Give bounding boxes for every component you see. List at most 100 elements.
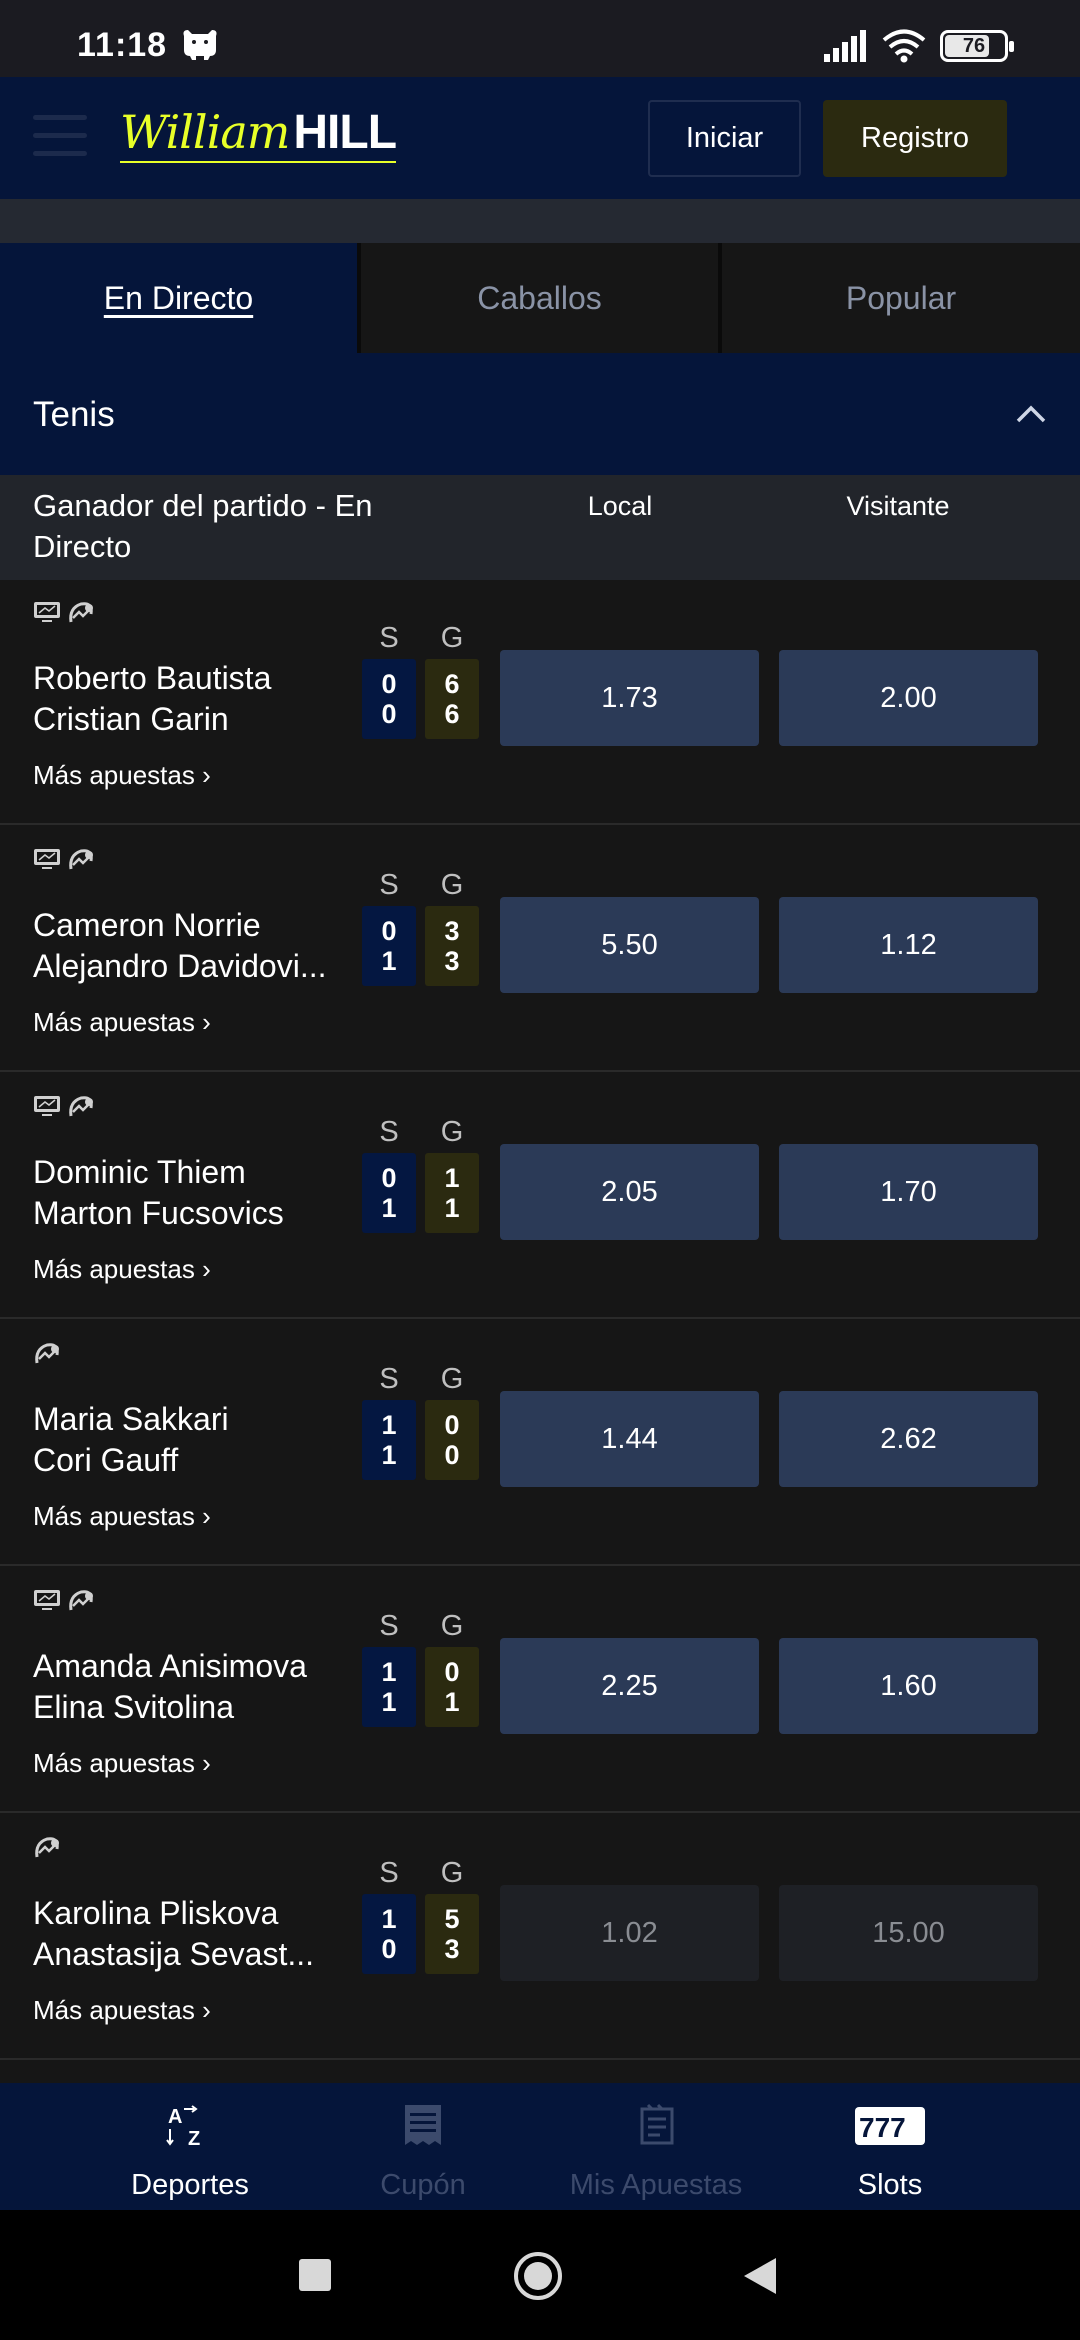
- more-bets-link[interactable]: Más apuestas ›: [33, 760, 211, 791]
- event-icons: [33, 1094, 95, 1122]
- chevron-right-icon: ›: [202, 1007, 211, 1037]
- stats-icon: [33, 1835, 61, 1863]
- home-player-name: Roberto Bautista: [33, 660, 272, 696]
- tv-icon: [33, 600, 61, 628]
- more-bets-link[interactable]: Más apuestas ›: [33, 1748, 211, 1779]
- nav-mis-apuestas[interactable]: Mis Apuestas: [541, 2083, 771, 2210]
- slots-777-icon: 777: [855, 2107, 925, 2145]
- odd-local-button[interactable]: 2.25: [500, 1638, 759, 1734]
- nav-cupon[interactable]: Cupón: [308, 2083, 538, 2210]
- home-icon[interactable]: [512, 2250, 564, 2302]
- odd-local-button[interactable]: 1.73: [500, 650, 759, 746]
- back-icon[interactable]: [742, 2256, 778, 2296]
- sets-header: S: [379, 622, 399, 654]
- home-games: 5: [444, 1904, 460, 1934]
- home-player-name: Karolina Pliskova: [33, 1895, 279, 1931]
- register-button[interactable]: Registro: [823, 100, 1007, 177]
- event-icons: [33, 1588, 95, 1616]
- event-participants[interactable]: Roberto Bautista Cristian Garin: [33, 658, 333, 740]
- nav-label-deportes: Deportes: [131, 2169, 249, 2201]
- away-sets: 0: [381, 699, 397, 729]
- market-title: Ganador del partido - En Directo: [33, 488, 373, 564]
- odd-local-button[interactable]: 1.44: [500, 1391, 759, 1487]
- event-participants[interactable]: Dominic Thiem Marton Fucsovics: [33, 1152, 333, 1234]
- stats-icon: [67, 1094, 95, 1122]
- odd-visitor-button[interactable]: 2.62: [779, 1391, 1038, 1487]
- event-participants[interactable]: Cameron Norrie Alejandro Davidovi...: [33, 905, 333, 987]
- event-icons: [33, 600, 95, 628]
- odd-visitor-button[interactable]: 1.60: [779, 1638, 1038, 1734]
- chevron-right-icon: ›: [202, 760, 211, 790]
- chevron-right-icon: ›: [202, 1254, 211, 1284]
- more-bets-label: Más apuestas: [33, 1995, 195, 2025]
- sets-header: S: [379, 1363, 399, 1395]
- recents-icon[interactable]: [298, 2258, 332, 2292]
- away-games: 0: [444, 1440, 460, 1470]
- william-hill-logo[interactable]: William HILL: [120, 105, 397, 167]
- signal-icon: [824, 30, 866, 62]
- away-sets: 1: [381, 1687, 397, 1717]
- away-games: 3: [444, 946, 460, 976]
- games-score: 6 6: [425, 659, 479, 739]
- az-icon: A Z: [166, 2105, 200, 2149]
- more-bets-link[interactable]: Más apuestas ›: [33, 1501, 211, 1532]
- odd-visitor-button[interactable]: 1.12: [779, 897, 1038, 993]
- section-title: Tenis: [33, 395, 115, 434]
- event-row[interactable]: Dominic Thiem Marton Fucsovics Más apues…: [0, 1074, 1080, 1319]
- stats-icon: [33, 1341, 61, 1369]
- home-sets: 1: [381, 1410, 397, 1440]
- event-row[interactable]: Karolina Pliskova Anastasija Sevast... M…: [0, 1815, 1080, 2060]
- login-button[interactable]: Iniciar: [648, 100, 801, 177]
- more-bets-link[interactable]: Más apuestas ›: [33, 1254, 211, 1285]
- bottom-navigation: A Z Deportes Cupón Mis Apuestas 777 Slot…: [0, 2083, 1080, 2210]
- tab-popular[interactable]: Popular: [722, 243, 1080, 353]
- odd-local-button[interactable]: 5.50: [500, 897, 759, 993]
- svg-text:777: 777: [859, 2112, 906, 2143]
- nav-deportes[interactable]: A Z Deportes: [75, 2083, 305, 2210]
- event-icons: [33, 847, 95, 875]
- status-time: 11:18: [77, 26, 168, 64]
- home-games: 0: [444, 1410, 460, 1440]
- nav-slots[interactable]: 777 Slots: [775, 2083, 1005, 2210]
- menu-icon[interactable]: [33, 115, 87, 157]
- event-participants[interactable]: Karolina Pliskova Anastasija Sevast...: [33, 1893, 333, 1975]
- sub-header-bar: [0, 199, 1080, 243]
- odd-visitor-button[interactable]: 1.70: [779, 1144, 1038, 1240]
- app-header: William HILL Iniciar Registro: [0, 77, 1080, 199]
- stats-icon: [67, 847, 95, 875]
- chevron-up-icon[interactable]: [1014, 397, 1048, 431]
- away-player-name: Cori Gauff: [33, 1442, 179, 1478]
- event-row[interactable]: Amanda Anisimova Elina Svitolina Más apu…: [0, 1568, 1080, 1813]
- away-games: 6: [444, 699, 460, 729]
- event-participants[interactable]: Amanda Anisimova Elina Svitolina: [33, 1646, 333, 1728]
- home-player-name: Dominic Thiem: [33, 1154, 246, 1190]
- sets-header: S: [379, 1116, 399, 1148]
- more-bets-link[interactable]: Más apuestas ›: [33, 1995, 211, 2026]
- odd-visitor-button[interactable]: 2.00: [779, 650, 1038, 746]
- event-row[interactable]: Cameron Norrie Alejandro Davidovi... Más…: [0, 827, 1080, 1072]
- tab-caballos[interactable]: Caballos: [361, 243, 718, 353]
- home-sets: 0: [381, 669, 397, 699]
- tv-icon: [33, 847, 61, 875]
- home-games: 1: [444, 1163, 460, 1193]
- chevron-right-icon: ›: [202, 1748, 211, 1778]
- tab-en-directo[interactable]: En Directo: [0, 243, 357, 353]
- event-row[interactable]: Maria Sakkari Cori Gauff Más apuestas › …: [0, 1321, 1080, 1566]
- odd-local-button[interactable]: 1.02: [500, 1885, 759, 1981]
- section-header-tenis[interactable]: Tenis: [0, 353, 1080, 475]
- games-header: G: [440, 1116, 464, 1148]
- battery-indicator: 76: [940, 30, 1014, 62]
- games-header: G: [440, 1857, 464, 1889]
- games-header: G: [440, 1610, 464, 1642]
- more-bets-link[interactable]: Más apuestas ›: [33, 1007, 211, 1038]
- event-row[interactable]: Roberto Bautista Cristian Garin Más apue…: [0, 580, 1080, 825]
- tv-icon: [33, 1094, 61, 1122]
- sets-score: 1 0: [362, 1894, 416, 1974]
- games-score: 3 3: [425, 906, 479, 986]
- more-bets-label: Más apuestas: [33, 1748, 195, 1778]
- odd-local-button[interactable]: 2.05: [500, 1144, 759, 1240]
- odd-visitor-button[interactable]: 15.00: [779, 1885, 1038, 1981]
- home-games: 0: [444, 1657, 460, 1687]
- event-participants[interactable]: Maria Sakkari Cori Gauff: [33, 1399, 333, 1481]
- market-header: Ganador del partido - En Directo Local V…: [0, 475, 1080, 580]
